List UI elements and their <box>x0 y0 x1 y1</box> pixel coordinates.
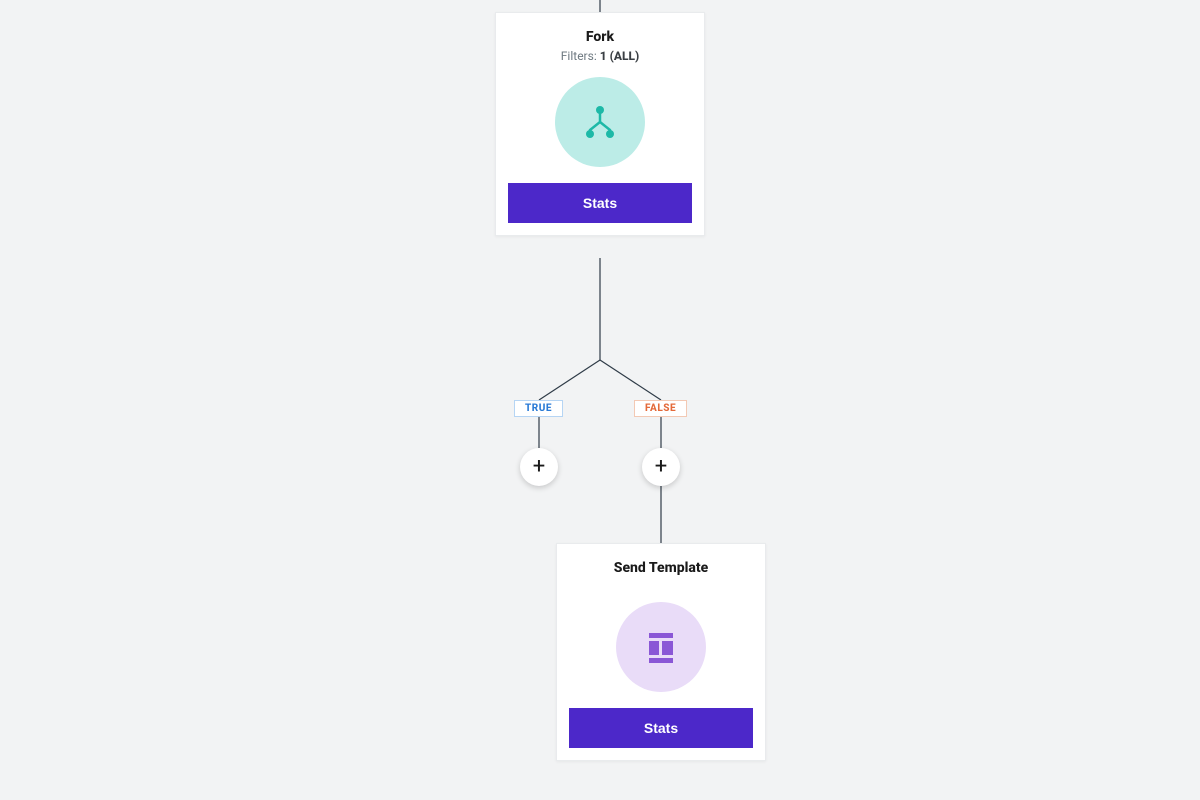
fork-stats-button[interactable]: Stats <box>508 183 692 223</box>
node-fork-filters-value: 1 (ALL) <box>600 49 639 63</box>
node-fork-title: Fork <box>586 29 614 45</box>
fork-icon <box>555 77 645 167</box>
branch-label-false: FALSE <box>634 400 687 417</box>
plus-icon: + <box>533 456 545 478</box>
node-send-template-title: Send Template <box>614 560 708 576</box>
add-step-true-button[interactable]: + <box>520 448 558 486</box>
send-template-stats-button[interactable]: Stats <box>569 708 753 748</box>
node-fork-subtitle: Filters: 1 (ALL) <box>561 49 639 63</box>
node-send-template[interactable]: Send Template Stats <box>556 543 766 761</box>
add-step-false-button[interactable]: + <box>642 448 680 486</box>
node-fork-filters-label: Filters: <box>561 49 597 63</box>
branch-label-true: TRUE <box>514 400 563 417</box>
plus-icon: + <box>655 456 667 478</box>
template-icon <box>616 602 706 692</box>
node-fork[interactable]: Fork Filters: 1 (ALL) Stats <box>495 12 705 236</box>
